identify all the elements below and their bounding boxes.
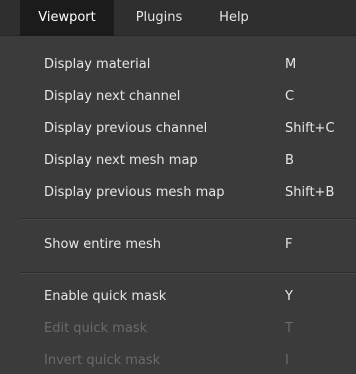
app-window: Viewport Plugins Help Display material M…: [0, 0, 356, 374]
menu-item-shortcut: T: [285, 321, 293, 336]
menu-item-shortcut: F: [285, 237, 293, 252]
menu-item-shortcut: M: [285, 57, 297, 72]
menu-item-label: Enable quick mask: [44, 289, 167, 304]
menu-item-enable-quick-mask[interactable]: Enable quick mask Y: [20, 282, 356, 312]
menu-separator: [20, 272, 356, 274]
menu-bar: Viewport Plugins Help: [0, 0, 356, 36]
menu-item-display-next-mesh-map[interactable]: Display next mesh map B: [20, 146, 356, 176]
menu-item-edit-quick-mask: Edit quick mask T: [20, 314, 356, 344]
menu-item-shortcut: I: [285, 353, 289, 368]
menu-item-label: Edit quick mask: [44, 321, 148, 336]
menu-help[interactable]: Help: [204, 0, 264, 36]
menu-item-display-material[interactable]: Display material M: [20, 50, 356, 80]
menu-item-shortcut: Shift+B: [285, 185, 335, 200]
menu-item-display-previous-mesh-map[interactable]: Display previous mesh map Shift+B: [20, 178, 356, 208]
menu-item-shortcut: Shift+C: [285, 121, 335, 136]
menu-item-label: Display material: [44, 57, 151, 72]
menu-item-show-entire-mesh[interactable]: Show entire mesh F: [20, 230, 356, 260]
menu-item-invert-quick-mask: Invert quick mask I: [20, 346, 356, 374]
menu-item-label: Display next channel: [44, 89, 181, 104]
menu-item-display-previous-channel[interactable]: Display previous channel Shift+C: [20, 114, 356, 144]
menu-plugins[interactable]: Plugins: [114, 0, 204, 36]
menu-item-label: Display next mesh map: [44, 153, 198, 168]
menu-item-label: Display previous channel: [44, 121, 208, 136]
menu-item-label: Invert quick mask: [44, 353, 161, 368]
viewport-dropdown-menu: Display material M Display next channel …: [20, 36, 356, 374]
menu-item-shortcut: Y: [285, 289, 293, 304]
menu-item-shortcut: B: [285, 153, 294, 168]
menu-item-display-next-channel[interactable]: Display next channel C: [20, 82, 356, 112]
menu-item-shortcut: C: [285, 89, 295, 104]
menu-separator: [20, 218, 356, 220]
menu-viewport[interactable]: Viewport: [20, 0, 114, 36]
menu-item-label: Show entire mesh: [44, 237, 162, 252]
menu-item-label: Display previous mesh map: [44, 185, 225, 200]
